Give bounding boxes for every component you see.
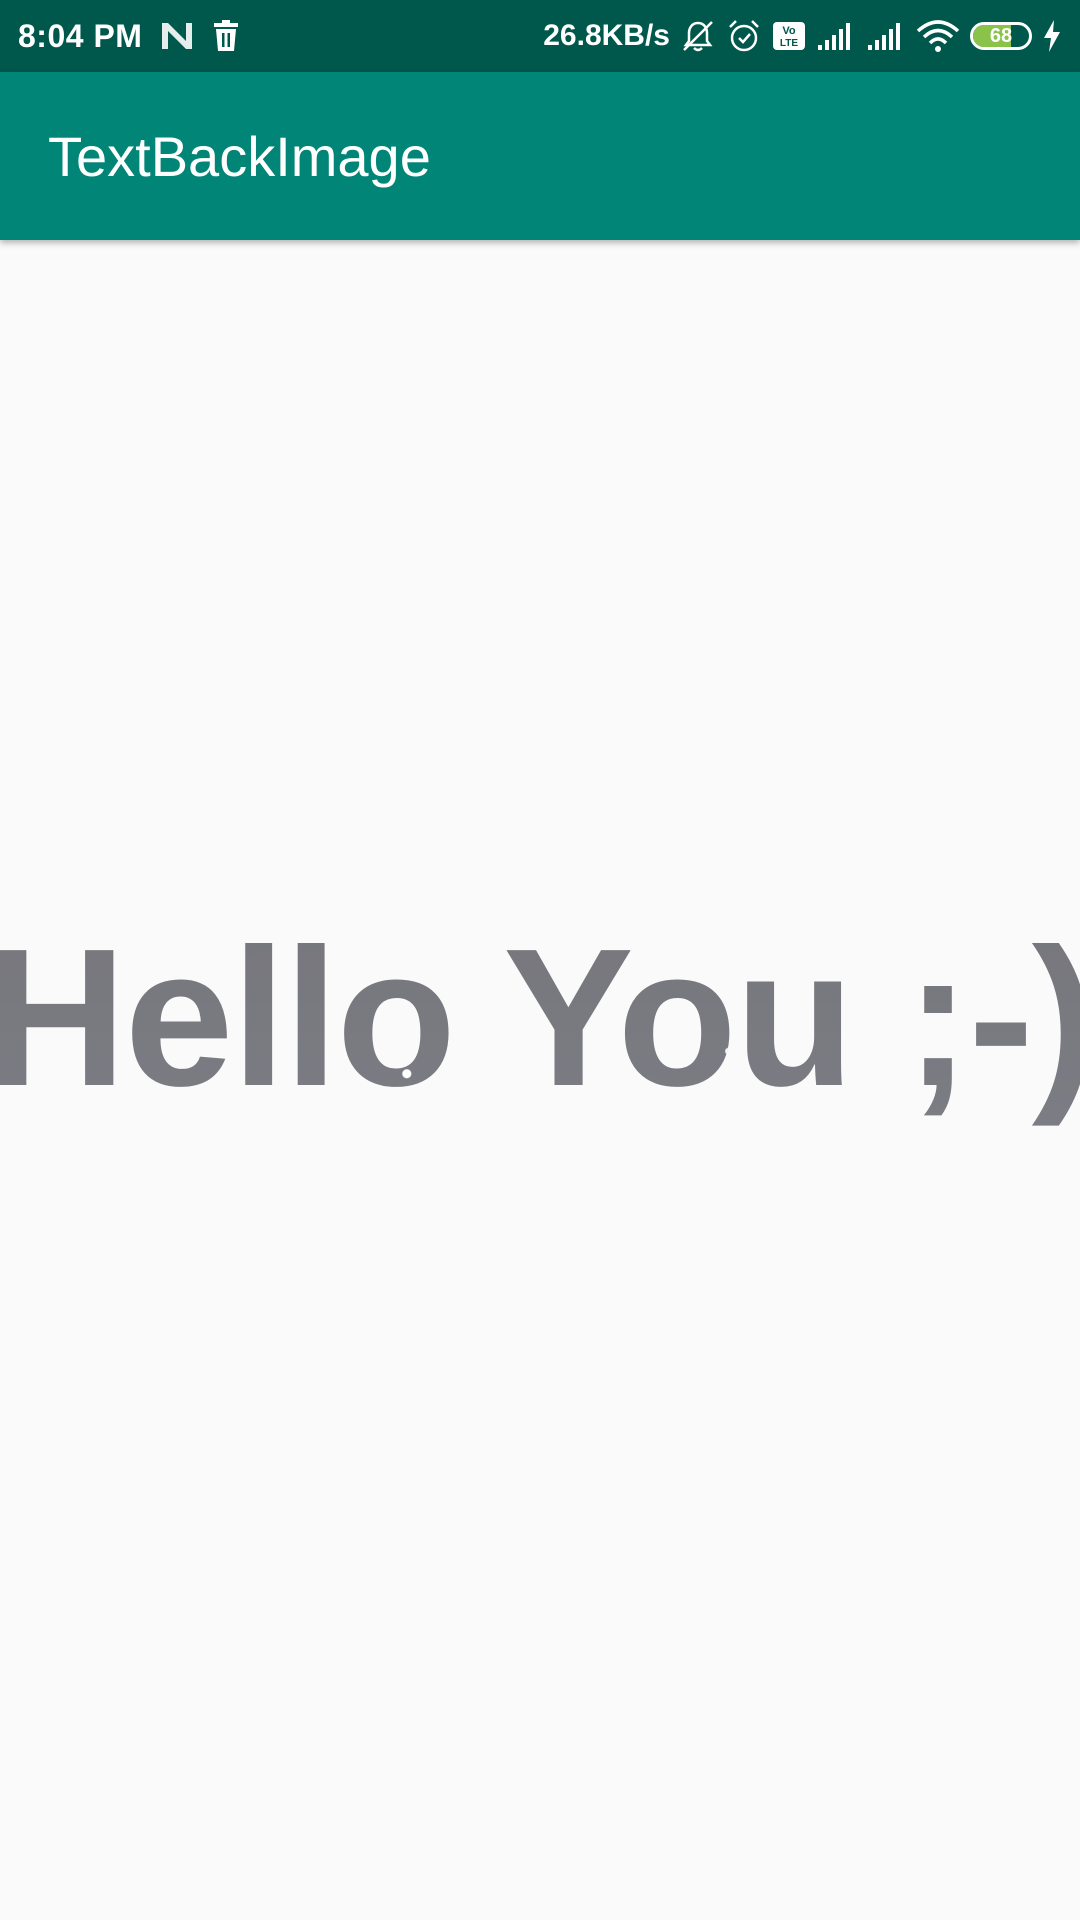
svg-text:LTE: LTE [780,38,798,49]
status-right: 26.8KB/s Vo LTE 68 [543,18,1062,54]
mute-bell-icon [680,18,716,54]
charging-icon [1042,20,1062,52]
app-bar: TextBackImage [0,72,1080,240]
network-speed: 26.8KB/s [543,19,670,52]
trash-icon [212,20,240,52]
app-title: TextBackImage [48,124,431,188]
battery-icon: 68 [970,22,1032,50]
main-content: Hello You ;-) [0,240,1080,1920]
signal-icon [866,21,906,51]
signal-icon [816,21,856,51]
alarm-icon [726,18,762,54]
hello-text: Hello You ;-) [0,905,1080,1130]
n-logo-icon [160,21,194,51]
battery-level: 68 [989,25,1013,47]
wifi-icon [916,19,960,53]
status-bar: 8:04 PM 26.8KB/s Vo LTE 68 [0,0,1080,72]
status-left: 8:04 PM [18,18,543,55]
svg-text:Vo: Vo [782,25,796,37]
volte-icon: Vo LTE [772,21,806,51]
battery-indicator: 68 [970,22,1032,50]
status-time: 8:04 PM [18,17,143,54]
